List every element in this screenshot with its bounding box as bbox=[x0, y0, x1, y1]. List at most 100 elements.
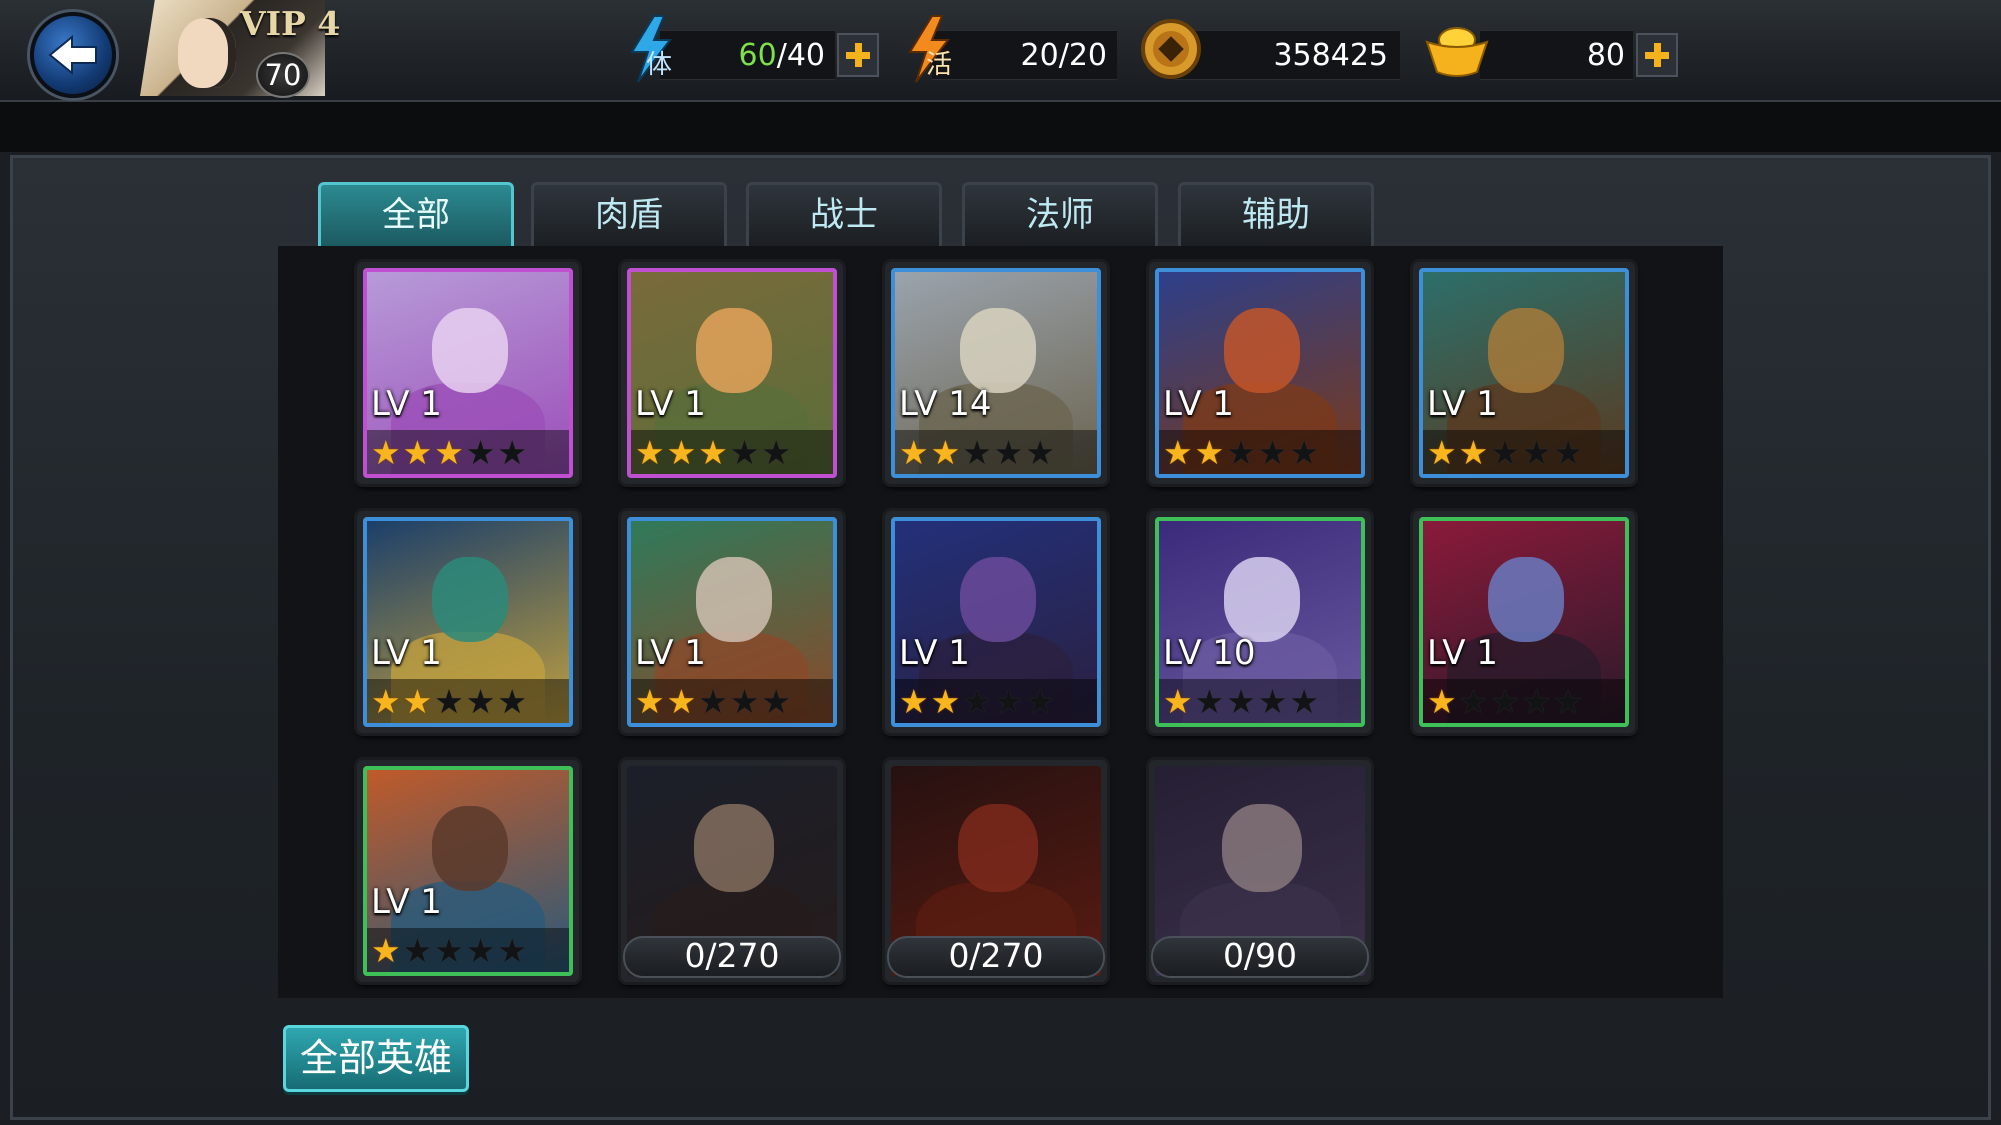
star-icon: ★ bbox=[402, 681, 433, 721]
hero-card[interactable]: LV 1 ★ ★ ★ ★ ★ bbox=[357, 262, 579, 484]
star-icon: ★ bbox=[1257, 432, 1288, 472]
star-icon: ★ bbox=[1521, 681, 1552, 721]
hero-level: LV 1 bbox=[371, 633, 442, 673]
star-icon: ★ bbox=[497, 432, 527, 472]
star-rating: ★ ★ ★ ★ ★ bbox=[631, 430, 833, 474]
star-rating: ★ ★ ★ ★ ★ bbox=[1159, 430, 1361, 474]
tab-support[interactable]: 辅助 bbox=[1178, 182, 1374, 246]
hero-frame: LV 1 ★ ★ ★ ★ ★ bbox=[891, 517, 1101, 727]
add-stamina-button[interactable] bbox=[837, 33, 879, 77]
star-icon: ★ bbox=[465, 432, 496, 472]
star-icon: ★ bbox=[1490, 432, 1520, 472]
star-icon: ★ bbox=[1025, 681, 1055, 721]
star-icon: ★ bbox=[1490, 681, 1520, 721]
stamina-current: 60 bbox=[738, 38, 777, 73]
energy-lightning-icon: 活 bbox=[902, 14, 958, 84]
hero-level: LV 10 bbox=[1163, 633, 1256, 673]
stamina-icon-label: 体 bbox=[646, 50, 673, 80]
tab-mage[interactable]: 法师 bbox=[962, 182, 1158, 246]
star-rating: ★ ★ ★ ★ ★ bbox=[1423, 430, 1625, 474]
star-icon: ★ bbox=[1427, 432, 1457, 472]
star-icon: ★ bbox=[698, 681, 728, 721]
star-icon: ★ bbox=[1553, 432, 1583, 472]
player-level-badge: 70 bbox=[256, 52, 310, 98]
star-icon: ★ bbox=[962, 432, 992, 472]
back-arrow-icon bbox=[48, 34, 97, 76]
star-icon: ★ bbox=[1289, 432, 1319, 472]
hero-level: LV 1 bbox=[1427, 384, 1498, 424]
star-icon: ★ bbox=[962, 681, 992, 721]
hero-level: LV 1 bbox=[371, 882, 442, 922]
star-icon: ★ bbox=[729, 681, 760, 721]
hero-frame: LV 1 ★ ★ ★ ★ ★ bbox=[1155, 268, 1365, 478]
back-button[interactable] bbox=[30, 12, 116, 98]
hero-frame: LV 14 ★ ★ ★ ★ ★ bbox=[891, 268, 1101, 478]
add-gold-button[interactable] bbox=[1636, 33, 1678, 77]
star-icon: ★ bbox=[1427, 681, 1457, 721]
tab-all[interactable]: 全部 bbox=[318, 182, 514, 246]
gold-ingot-icon bbox=[1425, 22, 1489, 80]
coin-counter: 358425 bbox=[1175, 30, 1400, 80]
star-rating: ★ ★ ★ ★ ★ bbox=[631, 679, 833, 723]
hero-card[interactable]: LV 1 ★ ★ ★ ★ ★ bbox=[1413, 511, 1635, 733]
hero-card[interactable]: LV 14 ★ ★ ★ ★ ★ bbox=[885, 262, 1107, 484]
hero-level: LV 1 bbox=[1163, 384, 1234, 424]
star-icon: ★ bbox=[371, 930, 401, 970]
star-icon: ★ bbox=[1163, 432, 1193, 472]
stamina-counter: 60/40 bbox=[660, 30, 835, 80]
star-icon: ★ bbox=[698, 432, 728, 472]
star-icon: ★ bbox=[434, 432, 464, 472]
star-rating: ★ ★ ★ ★ ★ bbox=[1159, 679, 1361, 723]
star-icon: ★ bbox=[1163, 681, 1193, 721]
star-icon: ★ bbox=[899, 681, 929, 721]
star-icon: ★ bbox=[1289, 681, 1319, 721]
hero-card[interactable]: LV 1 ★ ★ ★ ★ ★ bbox=[621, 262, 843, 484]
star-icon: ★ bbox=[899, 432, 929, 472]
hero-card[interactable]: LV 10 ★ ★ ★ ★ ★ bbox=[1149, 511, 1371, 733]
hero-level: LV 1 bbox=[899, 633, 970, 673]
star-icon: ★ bbox=[465, 681, 496, 721]
star-icon: ★ bbox=[497, 681, 527, 721]
hero-card[interactable]: LV 1 ★ ★ ★ ★ ★ bbox=[1413, 262, 1635, 484]
star-icon: ★ bbox=[1226, 432, 1256, 472]
star-rating: ★ ★ ★ ★ ★ bbox=[367, 430, 569, 474]
energy-current: 20 bbox=[1020, 38, 1059, 73]
star-icon: ★ bbox=[1194, 432, 1225, 472]
hero-card[interactable]: LV 1 ★ ★ ★ ★ ★ bbox=[621, 511, 843, 733]
star-icon: ★ bbox=[635, 432, 665, 472]
star-icon: ★ bbox=[761, 681, 791, 721]
locked-hero-card[interactable]: 0/90 bbox=[1149, 760, 1371, 982]
tab-tank[interactable]: 肉盾 bbox=[531, 182, 727, 246]
locked-hero-card[interactable]: 0/270 bbox=[621, 760, 843, 982]
hero-frame: LV 1 ★ ★ ★ ★ ★ bbox=[1419, 517, 1629, 727]
stamina-max: /40 bbox=[776, 38, 825, 73]
fragment-progress: 0/90 bbox=[1151, 936, 1369, 978]
all-heroes-button[interactable]: 全部英雄 bbox=[283, 1025, 469, 1092]
hero-card[interactable]: LV 1 ★ ★ ★ ★ ★ bbox=[357, 760, 579, 982]
top-divider-band bbox=[0, 102, 2001, 152]
hero-card[interactable]: LV 1 ★ ★ ★ ★ ★ bbox=[1149, 262, 1371, 484]
tab-warrior[interactable]: 战士 bbox=[746, 182, 942, 246]
hero-level: LV 14 bbox=[899, 384, 992, 424]
locked-hero-card[interactable]: 0/270 bbox=[885, 760, 1107, 982]
energy-max: /20 bbox=[1058, 38, 1107, 73]
star-icon: ★ bbox=[402, 930, 433, 970]
star-icon: ★ bbox=[1458, 432, 1489, 472]
star-rating: ★ ★ ★ ★ ★ bbox=[1423, 679, 1625, 723]
star-rating: ★ ★ ★ ★ ★ bbox=[367, 928, 569, 972]
hero-frame: LV 10 ★ ★ ★ ★ ★ bbox=[1155, 517, 1365, 727]
star-icon: ★ bbox=[402, 432, 433, 472]
fragment-progress: 0/270 bbox=[623, 936, 841, 978]
star-icon: ★ bbox=[993, 681, 1024, 721]
hero-frame: LV 1 ★ ★ ★ ★ ★ bbox=[363, 766, 573, 976]
top-bar: VIP 4 70 60/40 体 20/20 活 358425 80 bbox=[0, 0, 2001, 102]
hero-card[interactable]: LV 1 ★ ★ ★ ★ ★ bbox=[357, 511, 579, 733]
star-icon: ★ bbox=[1226, 681, 1256, 721]
star-icon: ★ bbox=[761, 432, 791, 472]
hero-level: LV 1 bbox=[635, 384, 706, 424]
star-icon: ★ bbox=[465, 930, 496, 970]
star-rating: ★ ★ ★ ★ ★ bbox=[367, 679, 569, 723]
hero-card[interactable]: LV 1 ★ ★ ★ ★ ★ bbox=[885, 511, 1107, 733]
star-icon: ★ bbox=[1257, 681, 1288, 721]
hero-frame: LV 1 ★ ★ ★ ★ ★ bbox=[1419, 268, 1629, 478]
